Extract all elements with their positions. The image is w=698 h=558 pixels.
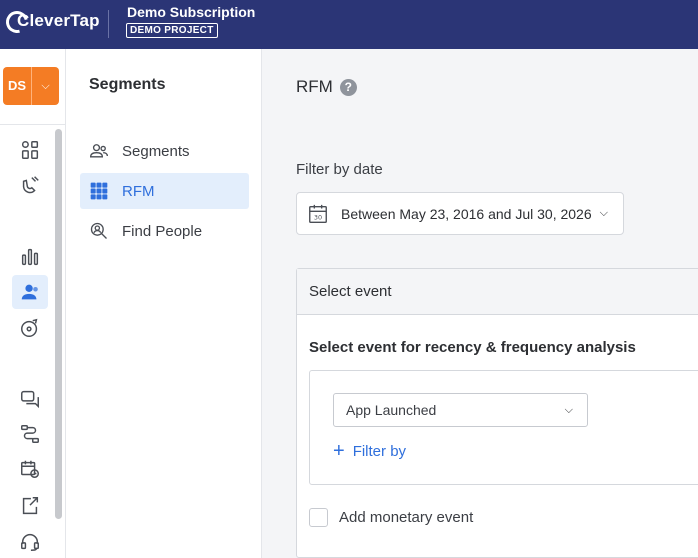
- rfm-grid-icon: [88, 180, 110, 202]
- headset-icon[interactable]: [12, 525, 48, 558]
- help-icon[interactable]: ?: [339, 78, 357, 96]
- calendar-icon: 30: [309, 204, 327, 223]
- nav-item-label: Segments: [122, 142, 190, 160]
- icon-rail: DS ⌵: [0, 49, 66, 558]
- select-event-card: Select event Select event for recency & …: [296, 268, 698, 558]
- project-name[interactable]: Demo Subscription: [127, 4, 255, 20]
- filter-by-link[interactable]: + Filter by: [333, 441, 406, 461]
- account-initials: DS: [7, 78, 27, 93]
- project-badge: DEMO PROJECT: [126, 23, 218, 38]
- users-icon[interactable]: [12, 275, 48, 309]
- event-select-dropdown[interactable]: App Launched ⌵: [333, 393, 588, 427]
- date-range-text: Between May 23, 2016 and Jul 30, 2026: [341, 205, 592, 222]
- main-content: RFM ? Filter by date 30 Between May 23, …: [262, 49, 698, 558]
- rail-scrollbar[interactable]: [55, 129, 62, 519]
- topbar-divider: [108, 10, 109, 38]
- chevron-down-icon: ⌵: [599, 207, 608, 219]
- monetary-event-checkbox[interactable]: [309, 508, 328, 527]
- card-subtitle: Select event for recency & frequency ana…: [309, 339, 636, 356]
- event-config-box: App Launched ⌵ + Filter by: [309, 370, 698, 485]
- top-bar: CleverTap Demo Subscription DEMO PROJECT: [0, 0, 698, 49]
- magnet-icon[interactable]: [12, 168, 48, 202]
- event-select-value: App Launched: [346, 402, 437, 418]
- export-icon[interactable]: [12, 489, 48, 523]
- monetary-event-row[interactable]: Add monetary event: [309, 508, 473, 527]
- find-people-icon: [88, 220, 110, 242]
- plus-icon: +: [333, 440, 345, 462]
- nav-item-label: RFM: [122, 182, 155, 200]
- chevron-down-icon: ⌵: [564, 403, 573, 416]
- chevron-down-icon: ⌵: [41, 80, 50, 92]
- flow-icon[interactable]: [12, 417, 48, 451]
- date-range-picker[interactable]: 30 Between May 23, 2016 and Jul 30, 2026…: [296, 192, 624, 235]
- chat-icon[interactable]: [12, 382, 48, 416]
- clevertap-logo[interactable]: CleverTap: [1, 6, 100, 38]
- filter-by-date-label: Filter by date: [296, 161, 383, 178]
- page-title-text: RFM: [296, 77, 333, 96]
- nav-item-rfm[interactable]: RFM: [80, 173, 249, 209]
- bar-chart-icon[interactable]: [12, 240, 48, 274]
- brand-name: CleverTap: [17, 11, 100, 30]
- nav-item-find-people[interactable]: Find People: [80, 213, 249, 249]
- schedule-icon[interactable]: [12, 452, 48, 486]
- svg-text:30: 30: [314, 213, 322, 221]
- monetary-event-label: Add monetary event: [339, 509, 474, 526]
- users-outline-icon: [88, 140, 110, 162]
- rail-divider: [0, 124, 66, 125]
- page-title: RFM ?: [296, 77, 357, 97]
- filter-by-label: Filter by: [352, 442, 407, 460]
- account-switcher-button[interactable]: DS ⌵: [3, 67, 59, 105]
- segments-panel: Segments Segments RFM Find People: [66, 49, 262, 558]
- nav-item-segments[interactable]: Segments: [80, 133, 249, 169]
- panel-title: Segments: [89, 76, 166, 93]
- card-header: Select event: [297, 269, 698, 315]
- target-icon[interactable]: [12, 311, 48, 345]
- nav-item-label: Find People: [122, 222, 203, 240]
- grid-icon[interactable]: [12, 133, 48, 167]
